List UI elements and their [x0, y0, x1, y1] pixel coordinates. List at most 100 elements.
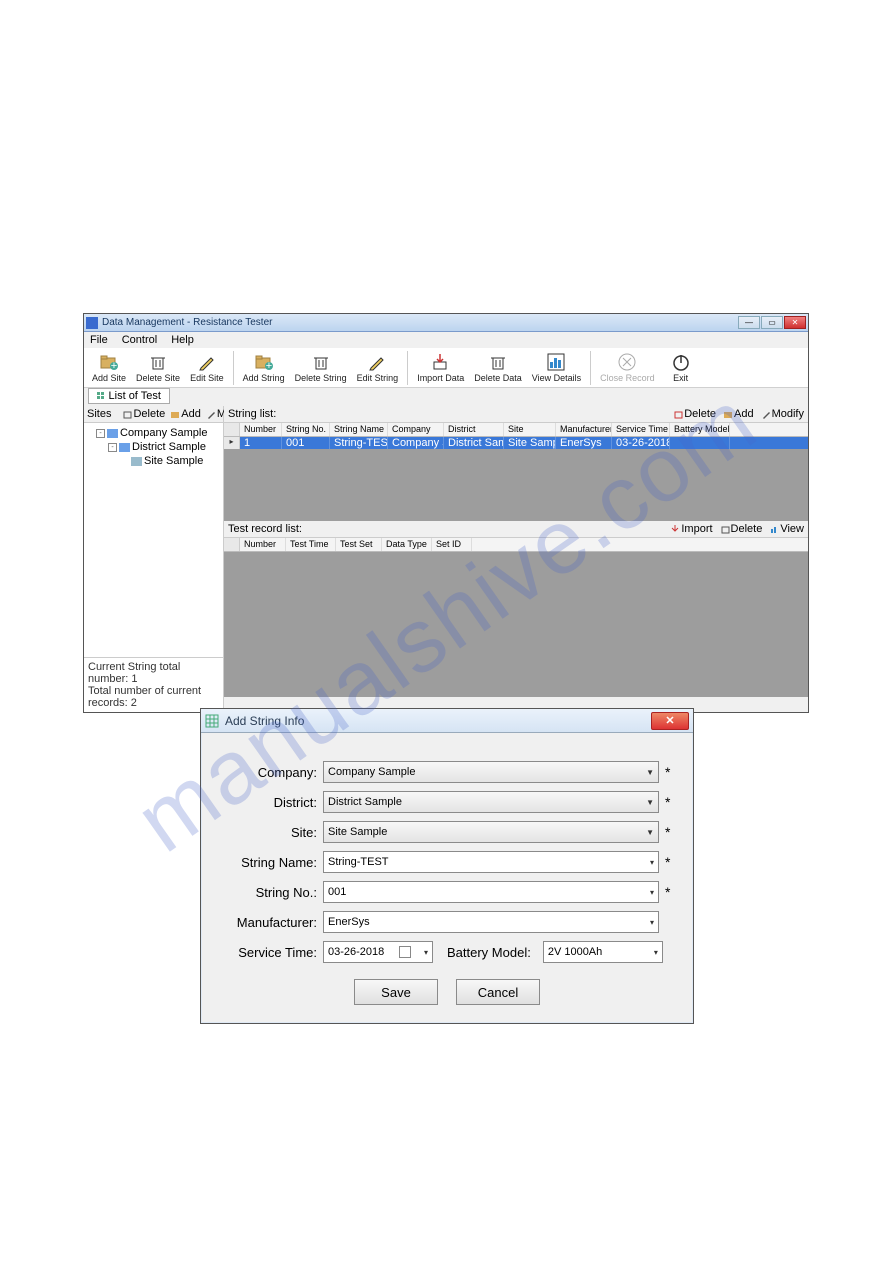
string-delete-button[interactable]: Delete [674, 408, 716, 420]
col-header[interactable]: String No. [282, 423, 330, 436]
minimize-button[interactable]: — [738, 316, 760, 329]
dialog-close-button[interactable]: ✕ [651, 712, 689, 730]
string-add-button[interactable]: Add [724, 408, 754, 420]
delete-data-button[interactable]: Delete Data [470, 351, 526, 384]
tab-list-of-test[interactable]: List of Test [88, 388, 170, 404]
trash-icon [311, 352, 331, 372]
company-combo[interactable]: Company Sample▼ [323, 761, 659, 783]
toolbar-label: Edit Site [190, 373, 224, 383]
service-time-label: Service Time: [219, 945, 323, 960]
pencil-icon [367, 352, 387, 372]
import-data-button[interactable]: Import Data [413, 351, 468, 384]
sites-delete-button[interactable]: Delete [123, 408, 165, 420]
col-header[interactable]: Battery Model [670, 423, 730, 436]
trash-icon [721, 525, 730, 534]
col-header[interactable]: Test Set [336, 538, 382, 551]
add-string-button[interactable]: +Add String [239, 351, 289, 384]
folder-plus-icon [171, 410, 180, 419]
edit-site-button[interactable]: Edit Site [186, 351, 228, 384]
exit-button[interactable]: Exit [661, 351, 701, 384]
trash-icon [148, 352, 168, 372]
col-header[interactable]: Site [504, 423, 556, 436]
delete-string-button[interactable]: Delete String [291, 351, 351, 384]
tree-node[interactable]: - Company Sample [86, 426, 221, 440]
string-grid[interactable]: NumberString No.String NameCompanyDistri… [224, 423, 808, 521]
table-row[interactable]: ▸1001String-TESTCompany Sa...District Sa… [224, 437, 808, 449]
window-title: Data Management - Resistance Tester [102, 317, 738, 328]
required-mark: * [665, 764, 675, 780]
close-button[interactable]: ✕ [784, 316, 806, 329]
toolbar-label: Import Data [417, 373, 464, 383]
battery-model-input[interactable]: 2V 1000Ah▾ [543, 941, 663, 963]
chevron-down-icon: ▾ [424, 948, 428, 957]
delete-site-button[interactable]: Delete Site [132, 351, 184, 384]
sites-add-button[interactable]: Add [171, 408, 201, 420]
menu-file[interactable]: File [90, 334, 108, 346]
node-label: Site Sample [144, 455, 203, 467]
col-header[interactable]: Company [388, 423, 444, 436]
company-label: Company: [219, 765, 323, 780]
folder-plus-icon [724, 410, 733, 419]
import-icon [431, 352, 451, 372]
import-icon [671, 525, 680, 534]
string-modify-button[interactable]: Modify [762, 408, 804, 420]
col-header[interactable]: String Name [330, 423, 388, 436]
string-name-label: String Name: [219, 855, 323, 870]
svg-text:+: + [265, 360, 271, 372]
save-button[interactable]: Save [354, 979, 438, 1005]
expander-icon[interactable]: - [96, 429, 105, 438]
cell: String-TEST [330, 437, 388, 449]
folder-plus-icon: + [99, 352, 119, 372]
menu-control[interactable]: Control [122, 334, 157, 346]
edit-string-button[interactable]: Edit String [353, 351, 403, 384]
maximize-button[interactable]: ▭ [761, 316, 783, 329]
record-grid[interactable]: NumberTest TimeTest SetData TypeSet ID [224, 538, 808, 697]
col-header[interactable]: Data Type [382, 538, 432, 551]
tree-node[interactable]: -District Sample [86, 440, 221, 454]
toolbar: +Add SiteDelete Site Edit Site +Add String… [84, 348, 808, 388]
calendar-icon [399, 946, 411, 958]
col-header[interactable]: Number [240, 423, 282, 436]
string-no-input[interactable]: 001▾ [323, 881, 659, 903]
cell [670, 437, 730, 449]
expander-icon[interactable]: - [108, 443, 117, 452]
status-record-total: Total number of current records: 2 [88, 685, 219, 709]
district-combo[interactable]: District Sample▼ [323, 791, 659, 813]
col-header[interactable]: Manufacturer [556, 423, 612, 436]
required-mark: * [665, 854, 675, 870]
chevron-down-icon: ▼ [646, 828, 654, 837]
record-list-title: Test record list: [228, 523, 302, 535]
col-header[interactable]: Test Time [286, 538, 336, 551]
node-label: Company Sample [120, 427, 207, 439]
view-details-button[interactable]: View Details [528, 351, 585, 384]
record-delete-button[interactable]: Delete [721, 523, 763, 535]
titlebar: Data Management - Resistance Tester — ▭ … [84, 314, 808, 332]
string-name-input[interactable]: String-TEST▾ [323, 851, 659, 873]
cancel-button[interactable]: Cancel [456, 979, 540, 1005]
site-combo[interactable]: Site Sample▼ [323, 821, 659, 843]
tree-node[interactable]: Site Sample [86, 454, 221, 468]
record-view-button[interactable]: View [770, 523, 804, 535]
record-import-button[interactable]: Import [671, 523, 712, 535]
add-site-button[interactable]: +Add Site [88, 351, 130, 384]
chevron-down-icon: ▾ [650, 858, 654, 867]
col-header[interactable]: Set ID [432, 538, 472, 551]
main-window: Data Management - Resistance Tester — ▭ … [83, 313, 809, 713]
menu-help[interactable]: Help [171, 334, 194, 346]
close-circle-icon [617, 352, 637, 372]
cell: District Sample [444, 437, 504, 449]
add-string-dialog: Add String Info ✕ Company: Company Sampl… [200, 708, 694, 1024]
col-header[interactable]: Service Time [612, 423, 670, 436]
svg-text:+: + [111, 360, 117, 372]
col-header[interactable]: District [444, 423, 504, 436]
col-header[interactable]: Number [240, 538, 286, 551]
chevron-down-icon: ▾ [650, 918, 654, 927]
trash-icon [674, 410, 683, 419]
service-time-input[interactable]: 03-26-2018▾ [323, 941, 433, 963]
status-strip: Current String total number: 1 Total num… [84, 657, 223, 712]
cell: 001 [282, 437, 330, 449]
district-label: District: [219, 795, 323, 810]
toolbar-label: Delete String [295, 373, 347, 383]
manufacturer-input[interactable]: EnerSys▾ [323, 911, 659, 933]
toolbar-label: Edit String [357, 373, 399, 383]
